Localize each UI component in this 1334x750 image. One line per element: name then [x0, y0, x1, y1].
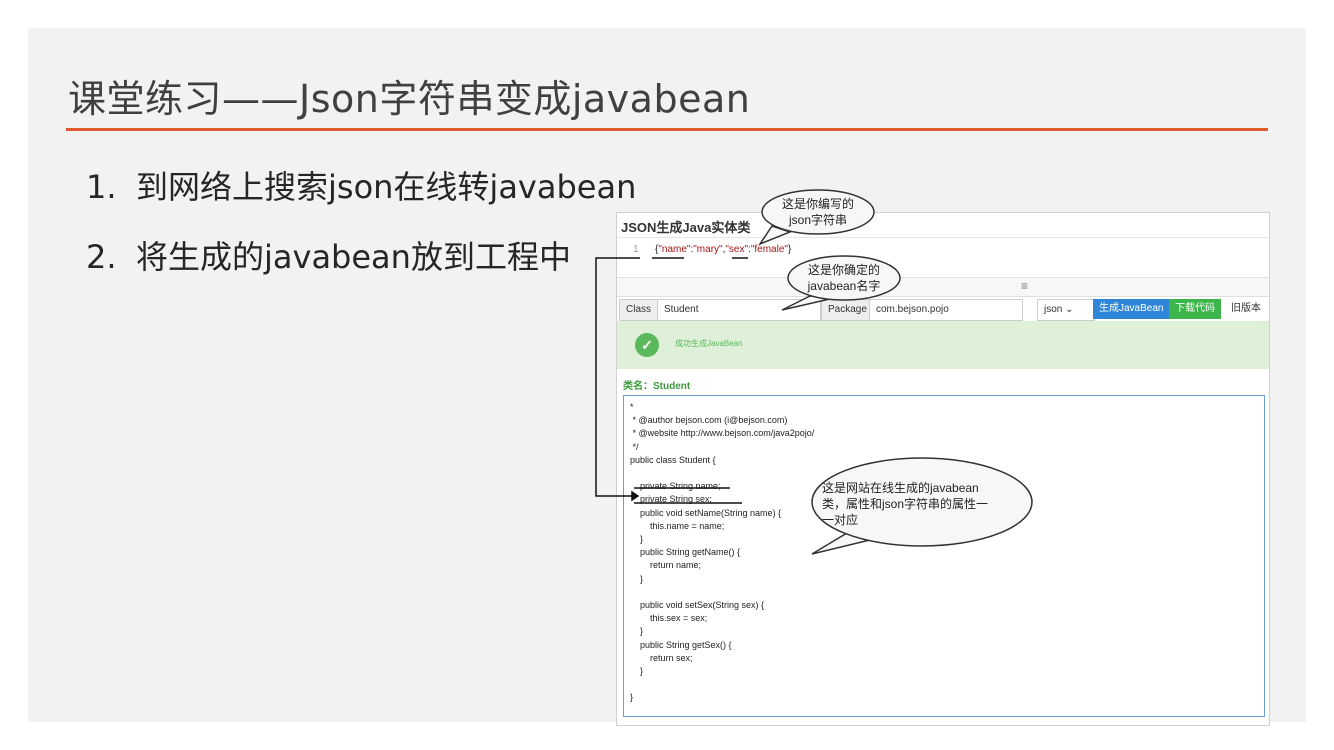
generated-code-area[interactable]: * * @author bejson.com (i@bejson.com) * …	[623, 395, 1265, 717]
bullet-text: 将生成的javabean放到工程中	[136, 238, 571, 276]
bullet-number: 1.	[86, 168, 117, 206]
generate-javabean-button[interactable]: 生成JavaBean	[1093, 299, 1170, 319]
code-line: }	[630, 534, 644, 544]
line-number: 1	[633, 244, 639, 255]
code-line: public String getName() {	[630, 547, 741, 558]
json-input-line: {"name":"mary","sex":"female"}	[655, 244, 791, 255]
code-line: return sex;	[630, 652, 693, 663]
success-alert: ✓ 成功生成JavaBean	[617, 321, 1269, 369]
json-brace: }	[787, 244, 792, 255]
code-line: public class Student {	[630, 454, 716, 465]
code-line: public String getSex() {	[630, 639, 732, 650]
code-line: public void setName(String name) {	[630, 507, 782, 518]
bullet-text: 到网络上搜索json在线转javabean	[136, 168, 637, 206]
editor-toolbar: ≡	[617, 277, 1269, 297]
tool-title: JSON生成Java实体类	[621, 220, 751, 235]
json-key: "name"	[658, 244, 691, 255]
package-label: Package	[821, 299, 874, 321]
package-input[interactable]: com.bejson.pojo	[869, 299, 1023, 321]
type-select[interactable]: json ⌄	[1037, 299, 1095, 321]
code-line: private String name;	[630, 481, 721, 492]
class-name-input[interactable]: Student	[657, 299, 821, 321]
slide-title: 课堂练习——Json字符串变成javabean	[68, 77, 751, 121]
code-line: */	[630, 441, 639, 452]
code-line: return name;	[630, 560, 702, 571]
json-editor[interactable]: 1 {"name":"mary","sex":"female"}	[617, 237, 1269, 278]
json-key: "sex"	[725, 244, 749, 255]
code-line: }	[630, 666, 644, 676]
check-circle-icon: ✓	[635, 333, 659, 357]
bullet-item-1: 1. 到网络上搜索json在线转javabean	[86, 162, 636, 208]
class-label: Class	[619, 299, 659, 321]
generator-form: Class Student Package com.bejson.pojo js…	[617, 299, 1269, 321]
code-line: public void setSex(String sex) {	[630, 600, 765, 610]
code-line: this.name = name;	[630, 520, 725, 531]
title-underline	[66, 128, 1268, 131]
code-line: * @website http://www.bejson.com/java2po…	[630, 428, 815, 439]
embedded-screenshot: JSON生成Java实体类 1 {"name":"mary","sex":"fe…	[616, 212, 1270, 726]
class-name-heading: 类名：Student	[623, 381, 691, 392]
code-line: }	[630, 692, 634, 703]
code-line: *	[630, 402, 634, 412]
success-message: 成功生成JavaBean	[675, 339, 743, 348]
type-select-value: json	[1044, 304, 1063, 315]
json-value: "female"	[750, 244, 788, 255]
code-line: private String sex;	[630, 494, 713, 505]
code-line: }	[630, 626, 644, 637]
bullet-item-2: 2. 将生成的javabean放到工程中	[86, 232, 571, 278]
old-version-link[interactable]: 旧版本	[1225, 299, 1267, 319]
hamburger-icon[interactable]: ≡	[1021, 279, 1028, 293]
bullet-number: 2.	[86, 238, 117, 276]
json-value: "mary"	[693, 244, 723, 255]
code-line: * @author bejson.com (i@bejson.com)	[630, 415, 788, 426]
code-line: }	[630, 573, 644, 584]
chevron-down-icon: ⌄	[1065, 304, 1074, 315]
code-line: this.sex = sex;	[630, 613, 708, 624]
download-code-button[interactable]: 下载代码	[1169, 299, 1221, 319]
